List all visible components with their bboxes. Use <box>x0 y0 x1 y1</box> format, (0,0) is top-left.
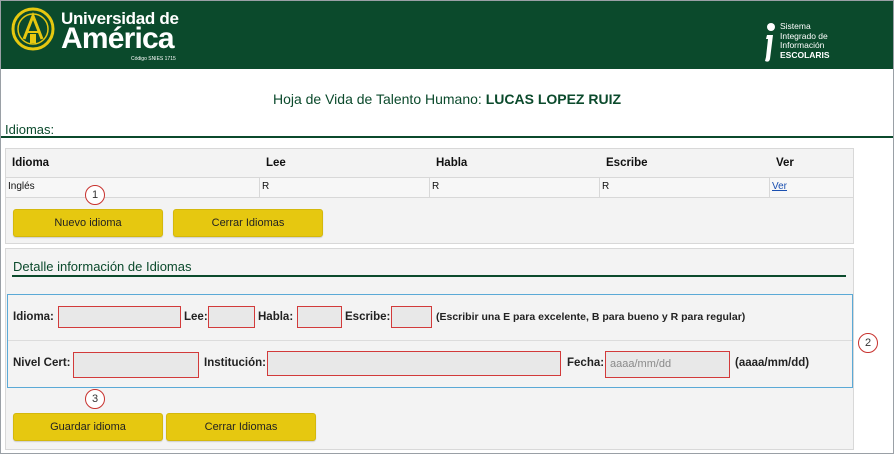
cell-habla: R <box>432 181 440 192</box>
label-lee: Lee: <box>184 311 208 323</box>
page: Universidad de América Código SNIES 1715… <box>0 0 894 454</box>
cell-divider <box>259 178 260 197</box>
sis-strong: ESCOLARIS <box>780 49 830 60</box>
col-header-idioma: Idioma <box>12 157 50 169</box>
cell-lee: R <box>262 181 270 192</box>
label-institucion: Institución: <box>204 357 266 369</box>
page-title: Hoja de Vida de Talento Humano: LUCAS LO… <box>1 91 893 107</box>
detail-divider <box>12 275 846 277</box>
section-divider <box>1 136 893 138</box>
label-nivel-cert: Nivel Cert: <box>13 357 71 369</box>
nuevo-idioma-button[interactable]: Nuevo idioma <box>13 209 163 237</box>
page-title-prefix: Hoja de Vida de Talento Humano: <box>272 91 482 107</box>
language-form: Idioma: Lee: Habla: Escribe: (Escribir u… <box>7 294 853 388</box>
detail-title: Detalle información de Idiomas <box>13 259 192 274</box>
cell-divider <box>429 178 430 197</box>
idioma-input[interactable] <box>58 306 181 328</box>
callout-1: 1 <box>85 185 105 205</box>
cell-divider <box>599 178 600 197</box>
col-header-ver: Ver <box>776 157 794 169</box>
section-label-idiomas: Idiomas: <box>5 122 55 137</box>
guardar-idioma-button[interactable]: Guardar idioma <box>13 413 163 441</box>
label-escribe: Escribe: <box>345 311 391 323</box>
cell-escribe: R <box>602 181 610 192</box>
institucion-input[interactable] <box>267 351 561 376</box>
label-habla: Habla: <box>258 311 294 323</box>
cerrar-idiomas-button-top[interactable]: Cerrar Idiomas <box>173 209 323 237</box>
cell-divider <box>769 178 770 197</box>
page-title-name: LUCAS LOPEZ RUIZ <box>485 91 622 107</box>
col-header-lee: Lee <box>266 157 286 169</box>
label-idioma: Idioma: <box>13 311 54 323</box>
sis-label: Sistema Integrado de Información ESCOLAR… <box>780 21 830 60</box>
level-hint-text: (Escribir una E para excelente, B para b… <box>436 311 746 323</box>
callout-2: 2 <box>858 333 878 353</box>
brand-sub-text: Código SNIES 1715 <box>131 56 176 62</box>
habla-input[interactable] <box>297 306 342 328</box>
label-fecha: Fecha: <box>567 357 605 369</box>
nivel-cert-input[interactable] <box>73 352 199 378</box>
callout-3: 3 <box>85 389 105 409</box>
info-i-icon <box>765 23 775 62</box>
table-row: Inglés R R R Ver <box>6 178 853 198</box>
ver-link[interactable]: Ver <box>772 181 787 192</box>
fecha-input[interactable]: aaaa/mm/dd <box>605 351 730 378</box>
header-bar: Universidad de América Código SNIES 1715… <box>1 1 893 69</box>
lee-input[interactable] <box>208 306 255 328</box>
language-detail-panel: Detalle información de Idiomas Idioma: L… <box>5 248 854 450</box>
university-emblem-icon <box>11 7 55 51</box>
col-header-habla: Habla <box>436 157 468 169</box>
fecha-format-hint: (aaaa/mm/dd) <box>735 357 810 369</box>
col-header-escribe: Escribe <box>606 157 648 169</box>
escribe-input[interactable] <box>391 306 432 328</box>
languages-table-panel: Idioma Lee Habla Escribe Ver Inglés R R … <box>5 148 854 244</box>
brand-main-text: América <box>61 22 175 55</box>
form-row-divider <box>8 340 852 341</box>
cerrar-idiomas-button-bottom[interactable]: Cerrar Idiomas <box>166 413 316 441</box>
cell-idioma: Inglés <box>8 181 35 192</box>
